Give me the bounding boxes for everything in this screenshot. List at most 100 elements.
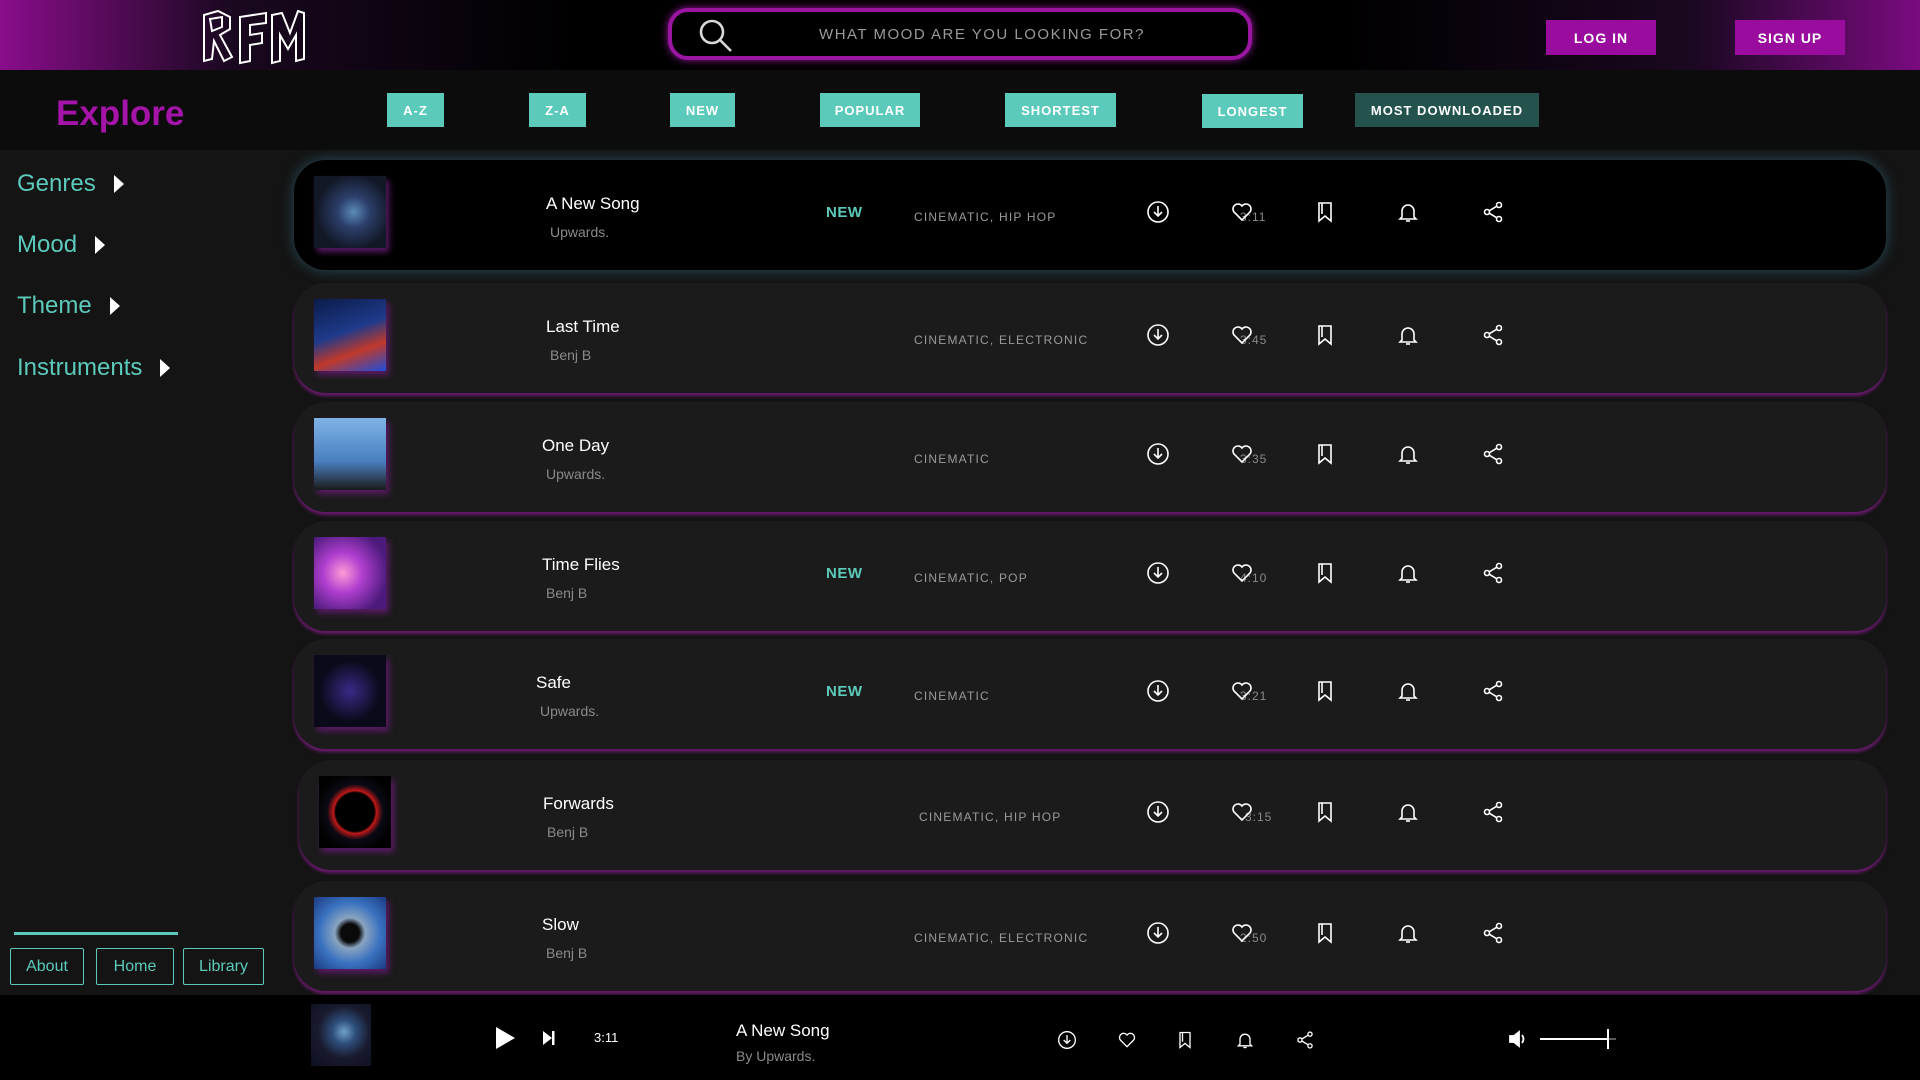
download-icon[interactable] <box>1146 921 1170 945</box>
filter-popular-button[interactable]: POPULAR <box>820 93 920 127</box>
track-artist[interactable]: Upwards. <box>550 224 609 240</box>
bookmark-icon[interactable] <box>1313 921 1337 945</box>
bookmark-icon[interactable] <box>1313 200 1337 224</box>
share-icon[interactable] <box>1481 442 1505 466</box>
heart-icon[interactable] <box>1230 323 1254 347</box>
share-icon[interactable] <box>1481 561 1505 585</box>
track-row[interactable]: A New Song Upwards. NEW CINEMATIC, HIP HOP 3… <box>294 160 1886 270</box>
about-link-button[interactable]: About <box>10 948 84 985</box>
sidebar-item-instruments[interactable]: Instruments <box>17 354 171 382</box>
bell-icon[interactable] <box>1396 442 1420 466</box>
bookmark-icon[interactable] <box>1313 679 1337 703</box>
track-row[interactable]: Slow Benj B CINEMATIC, ELECTRONIC 2:50 <box>294 881 1886 991</box>
bookmark-icon[interactable] <box>1313 442 1337 466</box>
share-icon[interactable] <box>1481 921 1505 945</box>
bookmark-icon[interactable] <box>1313 800 1337 824</box>
sidebar-item-label: Mood <box>17 231 78 258</box>
sidebar-item-mood[interactable]: Mood <box>17 231 106 259</box>
player-download-icon[interactable] <box>1057 1030 1077 1050</box>
player-bell-icon[interactable] <box>1235 1030 1255 1050</box>
new-badge: NEW <box>826 565 863 582</box>
track-artist[interactable]: Benj B <box>547 824 588 840</box>
track-title[interactable]: One Day <box>542 436 609 456</box>
track-row[interactable]: Last Time Benj B CINEMATIC, ELECTRONIC 3:45 <box>294 283 1886 393</box>
share-icon[interactable] <box>1481 679 1505 703</box>
filter-longest-button[interactable]: LONGEST <box>1202 94 1303 128</box>
track-artist[interactable]: Benj B <box>546 585 587 601</box>
bookmark-icon[interactable] <box>1313 561 1337 585</box>
search-bar[interactable] <box>668 8 1252 60</box>
download-icon[interactable] <box>1146 561 1170 585</box>
heart-icon[interactable] <box>1230 800 1254 824</box>
filter-most-downloaded-button[interactable]: MOST DOWNLOADED <box>1355 93 1539 127</box>
track-artist[interactable]: Benj B <box>550 347 591 363</box>
track-genres: CINEMATIC <box>914 452 990 466</box>
filter-za-button[interactable]: Z-A <box>529 93 586 127</box>
volume-slider[interactable] <box>1540 1029 1616 1049</box>
track-title[interactable]: Forwards <box>543 794 614 814</box>
track-title[interactable]: Slow <box>542 915 579 935</box>
heart-icon[interactable] <box>1230 679 1254 703</box>
track-genres: CINEMATIC, ELECTRONIC <box>914 333 1089 347</box>
now-playing-artwork <box>311 1004 371 1066</box>
download-icon[interactable] <box>1146 800 1170 824</box>
bell-icon[interactable] <box>1396 679 1420 703</box>
heart-icon[interactable] <box>1230 442 1254 466</box>
track-artist[interactable]: Upwards. <box>546 466 605 482</box>
bookmark-icon[interactable] <box>1313 323 1337 347</box>
track-title[interactable]: Last Time <box>546 317 620 337</box>
filter-new-button[interactable]: NEW <box>670 93 735 127</box>
heart-icon[interactable] <box>1230 921 1254 945</box>
track-artwork[interactable] <box>314 176 386 248</box>
volume-icon[interactable] <box>1508 1030 1528 1048</box>
heart-icon[interactable] <box>1230 200 1254 224</box>
sidebar-item-genres[interactable]: Genres <box>17 170 124 198</box>
search-icon[interactable] <box>698 18 734 54</box>
bell-icon[interactable] <box>1396 200 1420 224</box>
play-icon[interactable] <box>494 1026 516 1050</box>
download-icon[interactable] <box>1146 323 1170 347</box>
search-input[interactable] <box>752 20 1212 48</box>
player-heart-icon[interactable] <box>1117 1030 1137 1050</box>
download-icon[interactable] <box>1146 679 1170 703</box>
share-icon[interactable] <box>1481 323 1505 347</box>
signup-button[interactable]: SIGN UP <box>1735 20 1845 55</box>
download-icon[interactable] <box>1146 442 1170 466</box>
track-artwork[interactable] <box>314 897 386 969</box>
site-logo[interactable] <box>200 9 306 65</box>
sidebar-item-theme[interactable]: Theme <box>17 292 120 320</box>
filter-shortest-button[interactable]: SHORTEST <box>1005 93 1116 127</box>
share-icon[interactable] <box>1481 200 1505 224</box>
track-artist[interactable]: Benj B <box>546 945 587 961</box>
bell-icon[interactable] <box>1396 921 1420 945</box>
bell-icon[interactable] <box>1396 323 1420 347</box>
track-row[interactable]: Time Flies Benj B NEW CINEMATIC, POP 4:10 <box>294 521 1886 631</box>
home-link-button[interactable]: Home <box>96 948 174 985</box>
share-icon[interactable] <box>1481 800 1505 824</box>
download-icon[interactable] <box>1146 200 1170 224</box>
track-title[interactable]: A New Song <box>546 194 640 214</box>
track-title[interactable]: Safe <box>536 673 571 693</box>
caret-right-icon <box>113 175 124 193</box>
player-bookmark-icon[interactable] <box>1175 1030 1195 1050</box>
library-link-button[interactable]: Library <box>183 948 264 985</box>
track-artwork[interactable] <box>319 776 391 848</box>
track-row[interactable]: One Day Upwards. CINEMATIC 3:35 <box>294 402 1886 512</box>
track-artwork[interactable] <box>314 299 386 371</box>
volume-handle[interactable] <box>1607 1029 1610 1049</box>
track-row[interactable]: Safe Upwards. NEW CINEMATIC 3:21 <box>294 639 1886 749</box>
bell-icon[interactable] <box>1396 561 1420 585</box>
heart-icon[interactable] <box>1230 561 1254 585</box>
track-artwork[interactable] <box>314 418 386 490</box>
track-row[interactable]: Forwards Benj B CINEMATIC, HIP HOP 3:15 <box>299 760 1886 870</box>
skip-next-icon[interactable] <box>543 1030 555 1046</box>
track-genres: CINEMATIC <box>914 689 990 703</box>
track-title[interactable]: Time Flies <box>542 555 620 575</box>
track-artwork[interactable] <box>314 655 386 727</box>
filter-az-button[interactable]: A-Z <box>387 93 444 127</box>
login-button[interactable]: LOG IN <box>1546 20 1656 55</box>
bell-icon[interactable] <box>1396 800 1420 824</box>
track-artist[interactable]: Upwards. <box>540 703 599 719</box>
track-artwork[interactable] <box>314 537 386 609</box>
player-share-icon[interactable] <box>1295 1030 1315 1050</box>
